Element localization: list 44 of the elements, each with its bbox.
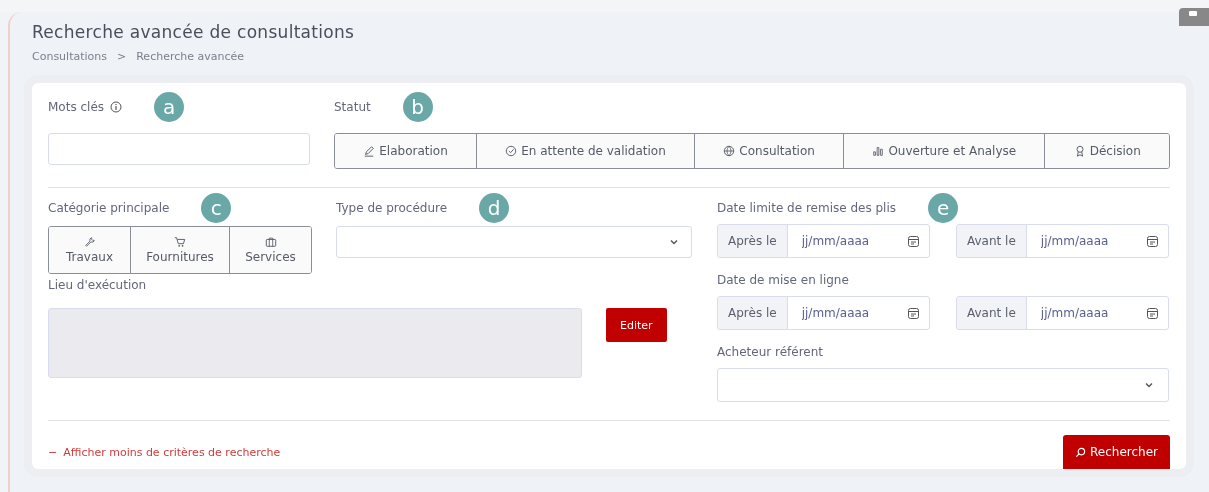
briefcase-icon bbox=[264, 236, 277, 248]
chevron-down-icon bbox=[1144, 380, 1154, 390]
award-icon bbox=[1073, 145, 1086, 157]
calendar-icon[interactable] bbox=[1147, 235, 1158, 247]
annotation-marker: b bbox=[402, 92, 433, 122]
pencil-icon bbox=[363, 145, 376, 157]
breadcrumb-separator: > bbox=[117, 50, 127, 63]
breadcrumb-item[interactable]: Consultations bbox=[32, 50, 107, 63]
field-label: Acheteur référent bbox=[717, 345, 824, 359]
input-prefix: Après le bbox=[718, 297, 788, 329]
breadcrumb-item[interactable]: Recherche avancée bbox=[136, 50, 245, 63]
input-prefix: Après le bbox=[718, 225, 788, 257]
segment-button[interactable]: Décision bbox=[1044, 134, 1169, 168]
page-title: Recherche avancée de consultations bbox=[32, 22, 356, 42]
search-button[interactable]: Rechercher bbox=[1063, 435, 1170, 469]
bar-chart-icon bbox=[872, 145, 885, 157]
field-label: Type de procédure bbox=[336, 201, 448, 215]
edit-button[interactable]: Editer bbox=[606, 308, 667, 342]
field-label: Catégorie principale bbox=[48, 201, 170, 215]
annotation-marker: c bbox=[201, 193, 232, 223]
calendar-icon[interactable] bbox=[908, 235, 919, 247]
annotation-marker: a bbox=[154, 92, 185, 122]
toggle-criteria-link[interactable]: − Afficher moins de critères de recherche bbox=[48, 445, 281, 459]
calendar-icon[interactable] bbox=[908, 307, 919, 319]
segment-button[interactable]: Services bbox=[229, 227, 311, 273]
field-label: Mots clés bbox=[48, 100, 105, 114]
chevron-down-icon bbox=[669, 237, 679, 247]
annotation-marker: d bbox=[479, 193, 510, 223]
check-circle-icon bbox=[505, 145, 518, 157]
folder-icon[interactable] bbox=[1179, 8, 1209, 26]
field-label: Date de mise en ligne bbox=[717, 273, 849, 287]
annotation-marker: e bbox=[928, 193, 959, 223]
search-icon bbox=[1075, 446, 1087, 458]
keywords-input[interactable] bbox=[48, 133, 310, 165]
cart-icon bbox=[174, 236, 186, 248]
input-prefix: Avant le bbox=[957, 225, 1027, 257]
wrench-icon bbox=[83, 236, 96, 248]
input-prefix: Avant le bbox=[957, 297, 1027, 329]
field-label: Statut bbox=[334, 100, 371, 114]
info-icon bbox=[110, 101, 123, 113]
calendar-icon[interactable] bbox=[1147, 307, 1158, 319]
field-label: Date limite de remise des plis bbox=[717, 201, 897, 215]
field-label: Lieu d'exécution bbox=[48, 278, 148, 292]
globe-icon bbox=[723, 145, 736, 157]
